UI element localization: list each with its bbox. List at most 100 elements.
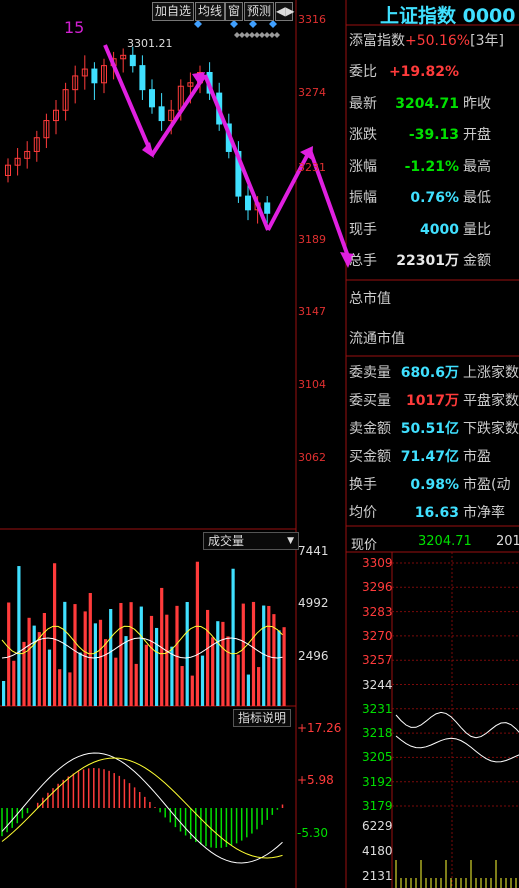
quote-label: 振幅 (349, 190, 377, 206)
volume-bar (114, 657, 118, 706)
marker-diamond-icon (249, 20, 257, 28)
quote-row: 委买量 1017万 平盘家数 (349, 388, 519, 414)
candle-body (245, 195, 251, 211)
quote-row: 涨幅 -1.21% 最高 (349, 154, 519, 180)
volume-bar (149, 615, 154, 706)
stock-title: 上证指数 0000 (380, 5, 516, 27)
price-tick: 3189 (298, 233, 326, 246)
price-tick: 3147 (298, 305, 326, 318)
add-favorite-button[interactable]: 加自选 (152, 2, 195, 21)
quote-value: 71.47亿 (400, 449, 459, 465)
forecast-button[interactable]: 预测 (244, 2, 275, 21)
quote-row: 均价 16.63 市净率 (349, 500, 519, 526)
marker-diamond-icon (274, 32, 280, 38)
volume-bar (7, 602, 11, 706)
price-tick: 3274 (298, 86, 326, 99)
volume-bar (139, 606, 143, 706)
price-tick: 3104 (298, 378, 326, 391)
volume-bar (32, 625, 36, 706)
macd-tick: +5.98 (297, 773, 334, 787)
quote-extra-label: 上涨家数 (463, 365, 519, 381)
tianfu-period: [3年] (470, 33, 504, 49)
intraday-price-tick: 3192 (362, 774, 393, 789)
volume-bar (93, 623, 97, 706)
quote-value: -39.13 (408, 127, 459, 143)
candle-body (139, 65, 146, 91)
moving-average-button[interactable]: 均线 (195, 2, 226, 21)
volume-bar (262, 605, 266, 706)
volume-bar (68, 672, 72, 706)
volume-bar (47, 649, 52, 706)
volume-bar (2, 681, 6, 706)
volume-bar (17, 566, 21, 706)
volume-bar (236, 654, 240, 706)
price-tick: 3062 (298, 451, 326, 464)
intraday-price-tick: 3231 (362, 701, 393, 716)
quote-row: 最新 3204.71 昨收 (349, 91, 519, 117)
volume-bar (12, 660, 16, 706)
quote-label: 现手 (349, 221, 377, 238)
quote-row: 总手 22301万 金额 (349, 248, 519, 274)
arrow-head (142, 142, 154, 158)
macd-dif-line (1, 752, 283, 864)
macd-dea-line (1, 757, 283, 859)
volume-bar (124, 636, 128, 706)
intraday-price-value: 3204.71 (418, 534, 472, 549)
volume-bar (195, 561, 199, 706)
volume-tick: 2496 (298, 649, 329, 663)
intraday-price-tick: 3283 (362, 604, 393, 619)
volume-bar (27, 617, 31, 706)
volume-bar (257, 667, 261, 706)
quote-value: 1017万 (406, 393, 459, 409)
marker-diamond-icon (194, 20, 202, 28)
quote-row: 卖金额 50.51亿 下跌家数 (349, 416, 519, 442)
volume-bar (241, 603, 245, 706)
quote-row: 换手 0.98% 市盈(动 (349, 472, 519, 498)
volume-bar (180, 666, 184, 706)
intraday-price-tick: 3218 (362, 726, 393, 741)
volume-caption: 成交量 (208, 534, 245, 548)
intraday-price-tick: 3179 (362, 799, 393, 813)
quote-row: 买金额 71.47亿 市盈 (349, 444, 519, 470)
volume-bar (155, 627, 159, 706)
quote-label: 涨跌 (349, 127, 377, 143)
quote-label: 涨幅 (349, 158, 377, 175)
quote-extra-label: 市净率 (463, 505, 505, 521)
chevron-down-icon: ▼ (287, 536, 294, 546)
volume-bar (211, 637, 215, 706)
quote-extra-label: 平盘家数 (463, 393, 519, 409)
volume-bar (282, 627, 286, 706)
expand-panel-icon[interactable]: ◀▶ (275, 2, 294, 21)
window-button[interactable]: 窗 (225, 2, 244, 21)
quote-row: 现手 4000 量比 (349, 217, 519, 243)
volume-bar (22, 641, 26, 706)
tianfu-row: 添富指数+50.16%[3年] (349, 28, 504, 54)
volume-bar (231, 568, 235, 706)
volume-bar (129, 602, 133, 706)
high-price-note: 3301.21 (127, 37, 173, 50)
macd-tick: +17.26 (297, 721, 342, 735)
volume-indicator-select[interactable]: 成交量 ▼ (203, 532, 299, 550)
quote-row: 涨跌 -39.13 开盘 (349, 122, 519, 148)
indicator-help-button[interactable]: 指标说明 (233, 709, 292, 727)
volume-bar (58, 669, 62, 706)
marker-diamond-icon (230, 20, 238, 28)
float-market-cap-label: 流通市值 (349, 331, 405, 347)
volume-bar (98, 619, 103, 706)
quote-value: 0.98% (410, 477, 459, 493)
quote-value: 3204.71 (395, 95, 459, 112)
quote-value: 4000 (420, 221, 459, 238)
volume-bar (216, 621, 220, 706)
quote-value: 680.6万 (400, 365, 459, 381)
intraday-year: 2018 (496, 534, 519, 549)
volume-bar (246, 674, 250, 706)
volume-bar (277, 630, 281, 706)
volume-bar (144, 644, 148, 706)
volume-bar (251, 601, 256, 706)
quote-value: 50.51亿 (400, 421, 459, 437)
trend-arrow-segment (203, 74, 270, 231)
volume-bar (37, 632, 41, 706)
intraday-price-tick: 3309 (362, 556, 393, 570)
intraday-price-line (395, 711, 519, 739)
quote-label: 换手 (349, 477, 377, 493)
